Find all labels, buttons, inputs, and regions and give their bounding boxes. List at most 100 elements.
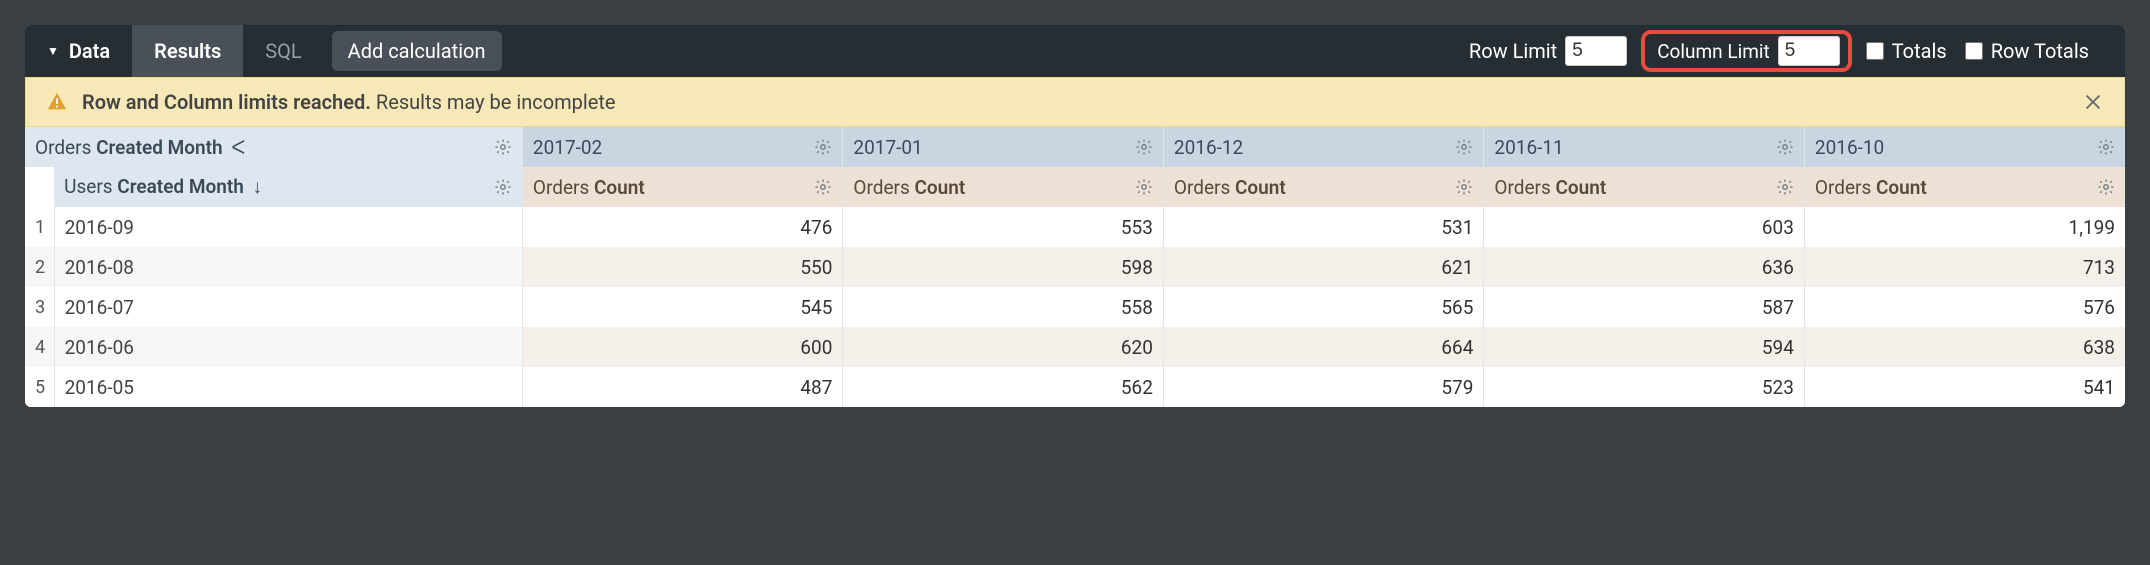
row-label[interactable]: 2016-07 [54,287,522,327]
gear-icon[interactable] [1455,138,1473,156]
data-cell[interactable]: 713 [1804,247,2125,287]
row-totals-checkbox-group[interactable]: Row Totals [1965,39,2089,63]
row-totals-label: Row Totals [1991,39,2089,63]
data-cell[interactable]: 523 [1484,367,1805,407]
column-limit-label: Column Limit [1657,40,1770,63]
toolbar: ▼ Data Results SQL Add calculation Row L… [25,25,2125,77]
table-row: 5 2016-05 487 562 579 523 541 [25,367,2125,407]
row-number: 2 [25,247,54,287]
data-cell[interactable]: 603 [1484,207,1805,247]
data-cell[interactable]: 594 [1484,327,1805,367]
data-cell[interactable]: 587 [1484,287,1805,327]
pivot-field-header[interactable]: Orders Created Month ᐸ [25,127,522,167]
caret-down-icon: ▼ [47,44,59,58]
data-cell[interactable]: 579 [1163,367,1484,407]
row-field-header[interactable]: Users Created Month ↓ [54,167,522,207]
gear-icon[interactable] [1135,138,1153,156]
warning-icon [46,91,68,113]
data-cell[interactable]: 541 [1804,367,2125,407]
pivot-col-2[interactable]: 2016-12 [1163,127,1484,167]
data-cell[interactable]: 531 [1163,207,1484,247]
row-label[interactable]: 2016-06 [54,327,522,367]
data-cell[interactable]: 664 [1163,327,1484,367]
measure-header-4[interactable]: Orders Count [1804,167,2125,207]
table-row: 2 2016-08 550 598 621 636 713 [25,247,2125,287]
gear-icon[interactable] [814,138,832,156]
data-cell[interactable]: 1,199 [1804,207,2125,247]
data-cell[interactable]: 576 [1804,287,2125,327]
gear-icon[interactable] [1455,178,1473,196]
data-cell[interactable]: 638 [1804,327,2125,367]
row-label[interactable]: 2016-09 [54,207,522,247]
pivot-col-4-label: 2016-10 [1815,136,1884,159]
warning-rest-text: Results may be incomplete [371,90,616,114]
sql-tab-label: SQL [265,39,301,63]
data-cell[interactable]: 620 [843,327,1164,367]
close-icon[interactable] [2082,91,2104,113]
results-table: Orders Created Month ᐸ 2017-02 2017-01 2… [25,127,2125,407]
gear-icon[interactable] [494,138,512,156]
row-limit-input[interactable] [1565,36,1627,66]
pivot-col-1[interactable]: 2017-01 [843,127,1164,167]
data-tab[interactable]: ▼ Data [25,25,132,77]
measure-header-0[interactable]: Orders Count [522,167,843,207]
row-limit-group: Row Limit [1469,36,1627,66]
measure-header-2[interactable]: Orders Count [1163,167,1484,207]
data-cell[interactable]: 550 [522,247,843,287]
gear-icon[interactable] [1135,178,1153,196]
data-cell[interactable]: 545 [522,287,843,327]
explore-panel: ▼ Data Results SQL Add calculation Row L… [25,25,2125,407]
data-cell[interactable]: 598 [843,247,1164,287]
data-cell[interactable]: 476 [522,207,843,247]
pivot-field-prefix: Orders [35,136,96,159]
measure-header-row: Users Created Month ↓ Orders Count Order… [25,167,2125,207]
totals-label: Totals [1892,39,1947,63]
add-calculation-label: Add calculation [348,39,486,63]
totals-checkbox-group[interactable]: Totals [1866,39,1947,63]
data-cell[interactable]: 600 [522,327,843,367]
measure-header-1[interactable]: Orders Count [843,167,1164,207]
row-field-name: Created Month [117,175,244,198]
data-cell[interactable]: 558 [843,287,1164,327]
data-cell[interactable]: 553 [843,207,1164,247]
sql-tab[interactable]: SQL [243,25,323,77]
gear-icon[interactable] [494,178,512,196]
data-cell[interactable]: 562 [843,367,1164,407]
gear-icon[interactable] [1776,178,1794,196]
row-label[interactable]: 2016-05 [54,367,522,407]
pivot-col-0[interactable]: 2017-02 [522,127,843,167]
data-cell[interactable]: 621 [1163,247,1484,287]
measure-header-3[interactable]: Orders Count [1484,167,1805,207]
gear-icon[interactable] [2097,138,2115,156]
chevron-left-icon: ᐸ [227,136,246,159]
add-calculation-button[interactable]: Add calculation [332,31,502,71]
pivot-col-4[interactable]: 2016-10 [1804,127,2125,167]
row-label[interactable]: 2016-08 [54,247,522,287]
results-tab[interactable]: Results [132,25,243,77]
table-row: 1 2016-09 476 553 531 603 1,199 [25,207,2125,247]
pivot-col-3[interactable]: 2016-11 [1484,127,1805,167]
row-number: 5 [25,367,54,407]
totals-checkbox[interactable] [1866,42,1884,60]
data-tab-label: Data [69,39,110,63]
data-cell[interactable]: 565 [1163,287,1484,327]
table-row: 3 2016-07 545 558 565 587 576 [25,287,2125,327]
pivot-field-name: Created Month [96,136,223,159]
warning-bold-text: Row and Column limits reached. [82,90,371,114]
data-cell[interactable]: 636 [1484,247,1805,287]
row-number: 4 [25,327,54,367]
column-limit-input[interactable] [1778,36,1840,66]
data-cell[interactable]: 487 [522,367,843,407]
gear-icon[interactable] [1776,138,1794,156]
pivot-header-row: Orders Created Month ᐸ 2017-02 2017-01 2… [25,127,2125,167]
gear-icon[interactable] [814,178,832,196]
row-number: 1 [25,207,54,247]
row-totals-checkbox[interactable] [1965,42,1983,60]
table-row: 4 2016-06 600 620 664 594 638 [25,327,2125,367]
pivot-col-3-label: 2016-11 [1494,136,1563,159]
column-limit-highlight: Column Limit [1641,30,1852,72]
row-number: 3 [25,287,54,327]
row-field-prefix: Users [64,175,117,198]
pivot-col-1-label: 2017-01 [853,136,922,159]
gear-icon[interactable] [2097,178,2115,196]
